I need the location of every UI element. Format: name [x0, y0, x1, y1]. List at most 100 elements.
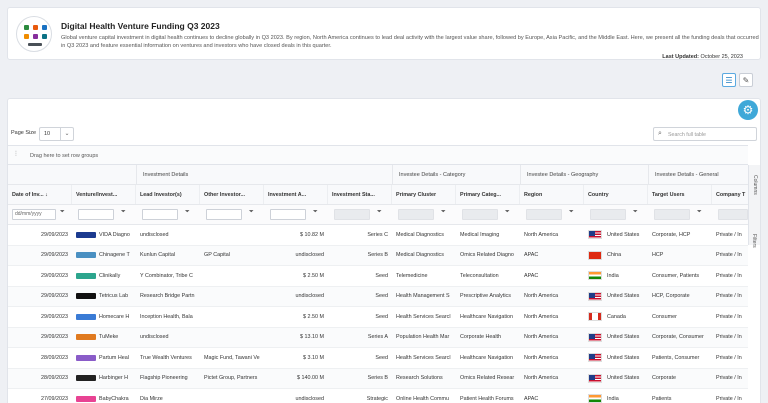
column-header[interactable]: Primary Categ...: [456, 185, 520, 204]
venture-cell[interactable]: Clinikally: [72, 266, 136, 286]
filter-input[interactable]: [654, 209, 690, 220]
target-users-cell: Corporate: [652, 375, 676, 382]
filter-icon[interactable]: ⏷: [697, 209, 702, 216]
list-icon: ☰: [725, 75, 733, 85]
region-cell: North America: [524, 375, 559, 382]
filter-input[interactable]: [590, 209, 626, 220]
date-cell: 29/09/2023: [41, 252, 68, 259]
table-row[interactable]: 29/09/2023 Homecare H Inception Health, Ba…: [8, 307, 748, 328]
chart-view-button[interactable]: ✎: [739, 73, 753, 87]
table-row[interactable]: 29/09/2023 Chinagene T Kunlun Capital GP Ca…: [8, 245, 748, 266]
venture-cell[interactable]: Partum Heal: [72, 348, 136, 368]
table-row[interactable]: 29/09/2023 Tetricus Lab Research Bridge Pa…: [8, 286, 748, 307]
country-flag-icon: [588, 271, 602, 281]
company-type-cell: Private / In: [716, 395, 742, 402]
filter-input[interactable]: [462, 209, 498, 220]
lead-investor-cell: undisclosed: [140, 334, 169, 341]
company-type-cell: Private / In: [716, 293, 742, 300]
filters-side-tab[interactable]: Filters: [748, 228, 760, 403]
venture-cell[interactable]: Harbinger H: [72, 369, 136, 389]
filter-input[interactable]: [526, 209, 562, 220]
column-group-header: Investment Details: [136, 165, 392, 184]
row-group-bar[interactable]: ⫶ Drag here to set row groups: [8, 145, 748, 165]
filter-icon[interactable]: ⏷: [569, 209, 574, 216]
data-grid: ⫶ Drag here to set row groups Investment…: [8, 145, 748, 403]
stage-cell: Series C: [367, 231, 388, 238]
venture-cell[interactable]: BabyChakra: [72, 389, 136, 403]
table-row[interactable]: 29/09/2023 Clinikally Y Combinator, Tribe …: [8, 266, 748, 287]
category-cell: Patient Health Forums: [460, 395, 514, 402]
filter-input[interactable]: [270, 209, 306, 220]
filter-icon[interactable]: ⏷: [185, 209, 190, 216]
column-header[interactable]: Country: [584, 185, 648, 204]
filter-input[interactable]: [398, 209, 434, 220]
filter-icon[interactable]: ⏷: [121, 209, 126, 216]
region-cell: APAC: [524, 272, 539, 279]
table-row[interactable]: 27/09/2023 BabyChakra Dia Mirze undisclosed…: [8, 389, 748, 403]
table-row[interactable]: 29/09/2023 TuMeke undisclosed $ 13.10 M Seri…: [8, 327, 748, 348]
filter-icon[interactable]: ⏷: [505, 209, 510, 216]
search-input[interactable]: ⌕ Search full table: [653, 127, 757, 141]
stage-cell: Series B: [367, 375, 388, 382]
column-header[interactable]: Venture/Invest...: [72, 185, 136, 204]
filter-input[interactable]: [334, 209, 370, 220]
cluster-cell: Online Health Commu: [396, 395, 450, 402]
region-cell: North America: [524, 313, 559, 320]
column-header[interactable]: Investment A...: [264, 185, 328, 204]
category-cell: Healthcare Navigation: [460, 354, 514, 361]
region-cell: North America: [524, 334, 559, 341]
column-header[interactable]: Target Users: [648, 185, 712, 204]
company-type-cell: Private / In: [716, 313, 742, 320]
company-type-cell: Private / In: [716, 354, 742, 361]
filter-input[interactable]: [78, 209, 114, 220]
filter-icon[interactable]: ⏷: [60, 209, 65, 216]
company-type-cell: Private / In: [716, 375, 742, 382]
filter-icon[interactable]: ⏷: [441, 209, 446, 216]
venture-cell[interactable]: Tetricus Lab: [72, 287, 136, 307]
page-size-label: Page Size: [11, 130, 37, 136]
column-group-header: Investee Details - General: [648, 165, 748, 184]
row-group-icon: ⫶: [15, 151, 17, 158]
filter-icon[interactable]: ⏷: [633, 209, 638, 216]
filter-input[interactable]: [718, 209, 748, 220]
other-investor-cell: [200, 266, 264, 286]
filter-icon[interactable]: ⏷: [249, 209, 254, 216]
column-header[interactable]: Region: [520, 185, 584, 204]
venture-cell[interactable]: Chinagene T: [72, 246, 136, 266]
column-header[interactable]: Primary Cluster: [392, 185, 456, 204]
category-cell: Teleconsultation: [460, 272, 499, 279]
column-header[interactable]: Investment Sta...: [328, 185, 392, 204]
stage-cell: Series B: [367, 252, 388, 259]
filter-input[interactable]: [206, 209, 242, 220]
column-header[interactable]: Company T: [712, 185, 748, 204]
filter-icon[interactable]: ⏷: [377, 209, 382, 216]
target-users-cell: Consumer: [652, 313, 677, 320]
table-view-button[interactable]: ☰: [722, 73, 736, 87]
table-row[interactable]: 28/09/2023 Harbinger H Flagship Pioneering…: [8, 368, 748, 389]
column-header[interactable]: Other Investor...: [200, 185, 264, 204]
page-title: Digital Health Venture Funding Q3 2023: [61, 21, 220, 31]
venture-cell[interactable]: Homecare H: [72, 307, 136, 327]
column-header[interactable]: Lead Investor(s): [136, 185, 200, 204]
table-row[interactable]: 28/09/2023 Partum Heal True Wealth Venture…: [8, 348, 748, 369]
cluster-cell: Telemedicine: [396, 272, 428, 279]
venture-cell[interactable]: TuMeke: [72, 328, 136, 348]
table-row[interactable]: 29/09/2023 VIDA Diagno undisclosed $ 10.82 …: [8, 225, 748, 246]
company-logo: [76, 313, 96, 320]
target-users-cell: Corporate, HCP: [652, 231, 691, 238]
category-cell: Medical Imaging: [460, 231, 500, 238]
column-header[interactable]: Date of Inv... ↓: [8, 185, 72, 204]
amount-cell: $ 140.00 M: [297, 375, 324, 382]
filter-input[interactable]: [142, 209, 178, 220]
cluster-cell: Health Services Searcl: [396, 313, 451, 320]
page-size-select[interactable]: 10 ⌄: [39, 127, 74, 141]
settings-button[interactable]: ⚙: [738, 100, 758, 120]
stage-cell: Seed: [375, 313, 388, 320]
filter-icon[interactable]: ⏷: [313, 209, 318, 216]
gear-icon: ⚙: [742, 103, 754, 117]
dashboard-header: Digital Health Venture Funding Q3 2023 G…: [7, 7, 761, 60]
venture-cell[interactable]: VIDA Diagno: [72, 225, 136, 245]
country-cell: United States: [584, 287, 648, 307]
date-filter-input[interactable]: dd/mm/yyyy: [12, 209, 56, 220]
country-cell: United States: [584, 348, 648, 368]
